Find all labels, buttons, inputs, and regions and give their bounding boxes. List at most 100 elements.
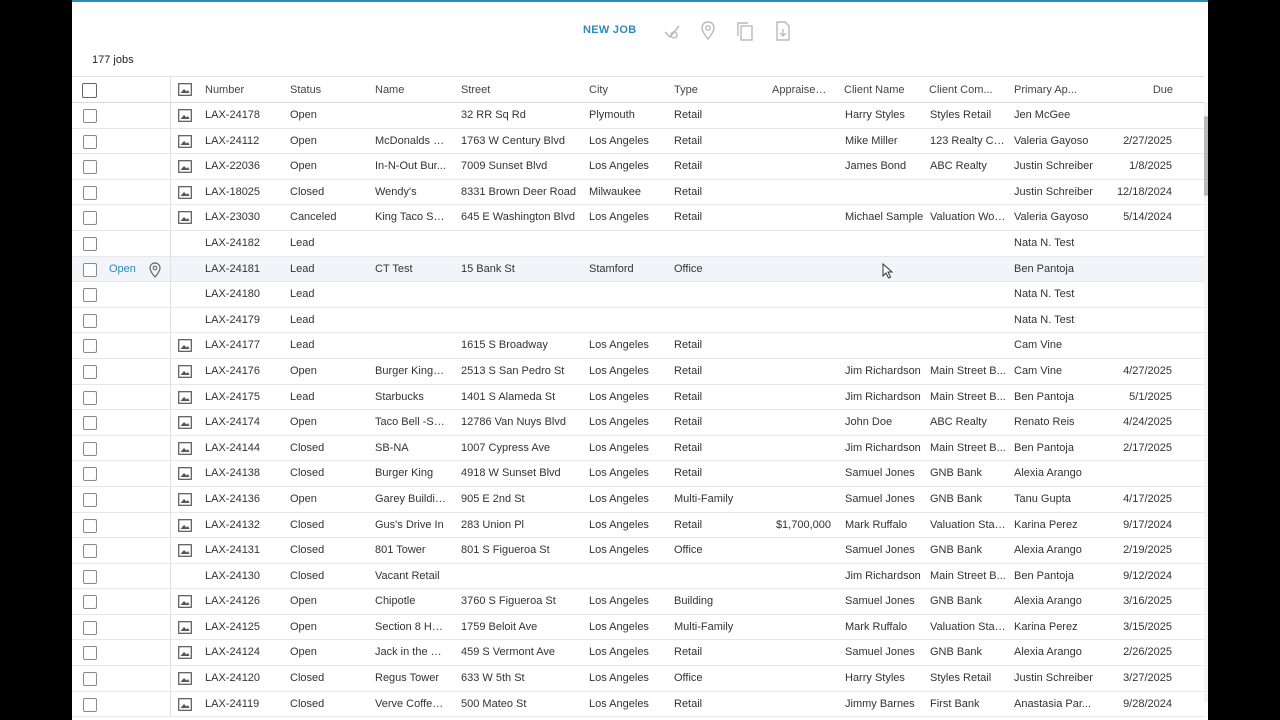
table-row[interactable]: LAX-24124 Open Jack in the bo... 459 S Verm… <box>72 640 1204 667</box>
column-header-primary-appraiser[interactable]: Primary Ap... <box>1014 77 1104 102</box>
table-row[interactable]: LAX-24120 Closed Regus Tower 633 W 5th St Lo… <box>72 666 1204 692</box>
map-pin-icon[interactable] <box>148 261 162 278</box>
row-checkbox[interactable] <box>83 262 97 277</box>
row-checkbox[interactable] <box>83 416 97 431</box>
table-row[interactable]: LAX-18025 Closed Wendy's 8331 Brown Deer Ro… <box>72 179 1204 206</box>
property-image-icon[interactable] <box>178 185 192 199</box>
cell-due: 4/17/2025 <box>1123 492 1172 505</box>
column-header-number[interactable]: Number <box>205 77 285 102</box>
row-checkbox[interactable] <box>83 672 97 687</box>
cell-client-name: Harry Styles <box>845 672 905 685</box>
table-row[interactable]: LAX-24182 Lead Nata N. Test <box>72 230 1204 257</box>
row-checkbox[interactable] <box>83 313 97 328</box>
property-image-icon[interactable] <box>178 646 192 660</box>
column-header-city[interactable]: City <box>589 77 669 102</box>
row-checkbox[interactable] <box>83 185 97 200</box>
copy-icon[interactable] <box>735 20 755 42</box>
row-checkbox[interactable] <box>83 364 97 379</box>
vertical-scrollbar[interactable] <box>1204 102 1208 702</box>
table-row[interactable]: LAX-24144 Closed SB-NA 1007 Cypress Ave Los … <box>72 435 1204 462</box>
cell-city: Los Angeles <box>589 160 649 173</box>
row-checkbox[interactable] <box>83 160 97 175</box>
cell-primary-appraiser: Valeria Gayoso <box>1014 211 1089 224</box>
column-header-type[interactable]: Type <box>674 77 764 102</box>
cell-primary-appraiser: Alexia Arango <box>1014 544 1082 557</box>
table-row[interactable]: LAX-24174 Open Taco Bell -Sa... 12786 Van N… <box>72 410 1204 436</box>
property-image-icon[interactable] <box>178 416 192 430</box>
property-image-icon[interactable] <box>178 544 192 557</box>
column-header-client-company[interactable]: Client Com... <box>929 77 1005 102</box>
row-checkbox[interactable] <box>83 467 97 482</box>
cell-street <box>461 564 583 589</box>
table-row[interactable]: Open LAX-24181 Lead CT Test 15 Bank St Stamfo… <box>72 256 1204 283</box>
row-checkbox[interactable] <box>83 492 97 507</box>
table-row[interactable]: LAX-22036 Open In-N-Out Bur... 7009 Sunset … <box>72 154 1204 180</box>
column-divider <box>170 461 171 486</box>
row-checkbox[interactable] <box>83 620 97 635</box>
table-row[interactable]: LAX-24175 Lead Starbucks 1401 S Alameda St L… <box>72 384 1204 411</box>
cell-primary-appraiser: Justin Schreiber <box>1014 672 1093 685</box>
column-header-street[interactable]: Street <box>461 77 583 102</box>
property-image-icon[interactable] <box>178 211 192 225</box>
table-row[interactable]: LAX-24112 Open McDonalds - ... 1763 W Centu… <box>72 128 1204 155</box>
property-image-icon[interactable] <box>178 160 192 174</box>
table-row[interactable]: LAX-24126 Open Chipotle 3760 S Figueroa St L… <box>72 589 1204 615</box>
property-image-icon[interactable] <box>178 595 192 609</box>
unassign-icon[interactable] <box>662 20 682 42</box>
property-image-icon[interactable] <box>178 134 192 148</box>
column-header-client-name[interactable]: Client Name <box>844 77 924 102</box>
row-checkbox[interactable] <box>83 211 97 226</box>
table-row[interactable]: LAX-24119 Closed Verve Coffee ... 500 Mateo… <box>72 691 1204 718</box>
property-image-icon[interactable] <box>178 697 192 711</box>
property-image-icon[interactable] <box>178 493 192 506</box>
export-file-icon[interactable] <box>773 20 793 42</box>
row-checkbox[interactable] <box>83 697 97 712</box>
table-row[interactable]: LAX-24138 Closed Burger King 4918 W Sunset … <box>72 461 1204 487</box>
row-checkbox[interactable] <box>83 288 97 303</box>
cell-due <box>1102 257 1172 282</box>
row-checkbox[interactable] <box>83 595 97 610</box>
row-checkbox[interactable] <box>83 646 97 661</box>
property-image-icon[interactable] <box>178 339 192 353</box>
table-row[interactable]: LAX-24177 Lead 1615 S Broadway Los Angeles R… <box>72 333 1204 359</box>
row-checkbox[interactable] <box>83 236 97 251</box>
column-header-name[interactable]: Name <box>375 77 447 102</box>
row-checkbox[interactable] <box>83 441 97 456</box>
column-header-appraised[interactable]: Appraised ... <box>772 77 830 102</box>
cell-appraised <box>765 538 831 563</box>
table-row[interactable]: LAX-24125 Open Section 8 Hou... 1759 Beloit… <box>72 614 1204 641</box>
table-row[interactable]: LAX-24131 Closed 801 Tower 801 S Figueroa S… <box>72 538 1204 564</box>
row-checkbox[interactable] <box>83 518 97 533</box>
table-row[interactable]: LAX-24179 Lead Nata N. Test <box>72 307 1204 334</box>
property-image-icon[interactable] <box>178 441 192 455</box>
table-row[interactable]: LAX-24176 Open Burger King - ... 2513 S San… <box>72 358 1204 385</box>
table-row[interactable]: LAX-23030 Canceled King Taco Sa... 645 E Wa… <box>72 205 1204 231</box>
select-all-checkbox[interactable] <box>82 83 97 98</box>
cell-appraised <box>765 282 831 307</box>
row-checkbox[interactable] <box>83 134 97 149</box>
open-job-link[interactable]: Open <box>109 257 136 282</box>
property-image-icon[interactable] <box>178 518 192 532</box>
table-row[interactable]: LAX-24136 Open Garey Building 905 E 2nd St L… <box>72 486 1204 513</box>
column-header-due[interactable]: Due <box>1103 77 1173 102</box>
table-row[interactable]: LAX-24132 Closed Gus's Drive In 283 Union P… <box>72 512 1204 539</box>
property-image-icon[interactable] <box>178 620 192 634</box>
row-checkbox[interactable] <box>83 390 97 405</box>
table-row[interactable]: LAX-24180 Lead Nata N. Test <box>72 282 1204 308</box>
row-checkbox[interactable] <box>83 569 97 584</box>
property-image-icon[interactable] <box>178 672 192 685</box>
row-checkbox[interactable] <box>83 109 97 123</box>
property-image-icon[interactable] <box>178 390 192 404</box>
new-job-button[interactable]: NEW JOB <box>583 24 636 36</box>
table-row[interactable]: LAX-24178 Open 32 RR Sq Rd Plymouth Retail Ha… <box>72 103 1204 129</box>
scrollbar-thumb[interactable] <box>1204 116 1208 196</box>
location-pin-icon[interactable] <box>698 20 718 42</box>
property-image-icon[interactable] <box>178 365 192 378</box>
table-row[interactable]: LAX-24130 Closed Vacant Retail Jim Richards… <box>72 563 1204 590</box>
property-image-icon[interactable] <box>178 109 192 122</box>
row-checkbox[interactable] <box>83 339 97 354</box>
cell-name: Wendy's <box>375 185 417 198</box>
row-checkbox[interactable] <box>83 544 97 559</box>
property-image-icon[interactable] <box>178 467 192 481</box>
column-header-status[interactable]: Status <box>290 77 370 102</box>
